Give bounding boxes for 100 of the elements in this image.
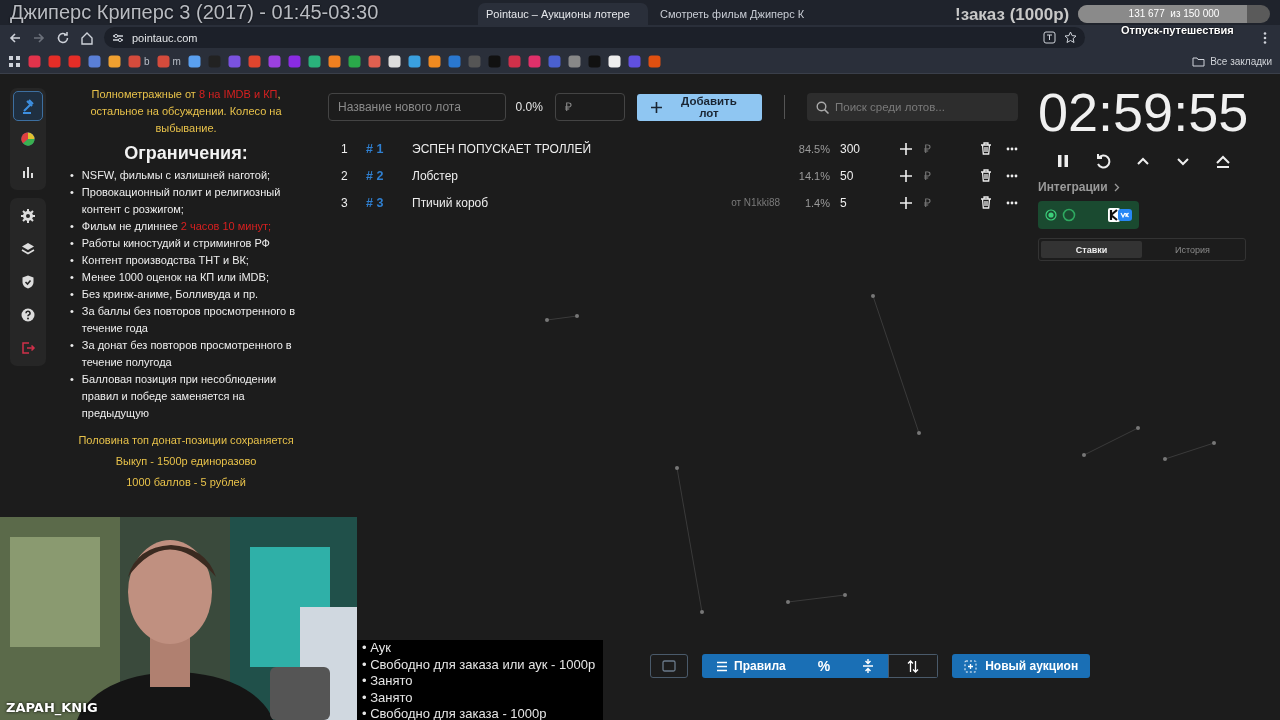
home-icon[interactable]	[80, 30, 94, 45]
lot-name: Лобстер	[412, 168, 459, 183]
trash-icon	[980, 142, 992, 155]
queue-item: • Занято	[361, 673, 414, 690]
plus-icon	[650, 101, 662, 113]
bookmark-icon[interactable]	[407, 55, 421, 68]
back-icon[interactable]	[8, 30, 22, 45]
delete-button[interactable]	[980, 169, 992, 182]
trash-icon	[980, 169, 992, 182]
bookmark-icon[interactable]	[307, 55, 321, 68]
dashed-plus-icon	[964, 659, 978, 673]
network-link	[1163, 441, 1216, 461]
browser-tab[interactable]: Смотреть фильм Джиперс К	[652, 3, 822, 25]
rules-note: Выкуп - 1500р единоразово	[114, 454, 258, 469]
bar-chart-icon	[20, 164, 36, 180]
bookmark-icon[interactable]	[327, 55, 341, 68]
rule-item: • Контент производства ТНТ и ВК;	[70, 253, 250, 268]
more-button[interactable]	[1006, 146, 1018, 151]
percent-text: 0.0%	[515, 100, 543, 114]
rules-note: Половина топ донат-позиции сохраняется	[77, 433, 295, 448]
radio-dot-icon	[1045, 209, 1057, 221]
bookmark-icon[interactable]	[427, 55, 441, 68]
lot-amount: 300	[840, 141, 862, 156]
lot-position: 2	[340, 168, 349, 183]
star-icon[interactable]	[1064, 31, 1077, 44]
new-auction-button[interactable]: Новый аукцион	[952, 654, 1091, 678]
apps-grid-icon[interactable]	[8, 55, 21, 68]
browser-tab[interactable]: Pointauc – Аукционы лотере	[478, 3, 648, 25]
bookmark-icon[interactable]	[108, 55, 121, 68]
reload-icon[interactable]	[56, 30, 70, 45]
integrations-link[interactable]: Интеграции	[1038, 180, 1244, 194]
url-text: pointauc.com	[132, 31, 198, 44]
currency-sign: ₽	[924, 168, 932, 184]
amount-field[interactable]: ₽	[554, 93, 625, 121]
more-icon	[1006, 173, 1018, 178]
image-button[interactable]	[650, 654, 688, 678]
bookmark-icon[interactable]	[387, 55, 401, 68]
rule-item: • Провокационный полит и религиозный контент с розжигом;	[70, 185, 282, 217]
network-link	[545, 314, 579, 322]
add-amount-button[interactable]	[900, 142, 912, 155]
trash-icon	[980, 196, 992, 209]
percent-button[interactable]: %	[799, 654, 849, 678]
restart-button[interactable]	[1094, 152, 1112, 170]
all-bookmarks-button[interactable]: Все закладки	[1192, 56, 1272, 67]
rule-item: • Менее 1000 оценок на КП или iMDB;	[70, 270, 270, 285]
queue-item: • Аук	[361, 640, 392, 657]
panel-tab[interactable]: Ставки	[1041, 241, 1142, 258]
currency-sign: ₽	[924, 195, 932, 211]
logout-icon	[20, 340, 36, 356]
currency-sign: ₽	[924, 141, 932, 157]
lot-percent: 14.1%	[797, 169, 830, 182]
service-logo-icon	[1108, 208, 1132, 222]
goal-reading: 131 677 из 150 000	[1127, 7, 1221, 21]
add-amount-button[interactable]	[900, 196, 912, 209]
settings-icon	[20, 208, 36, 224]
lot-position: 3	[340, 195, 349, 210]
address-bar[interactable]: pointauc.com	[104, 27, 1085, 48]
countdown-timer: 02:59:55	[1038, 82, 1244, 142]
folder-icon	[1192, 56, 1206, 67]
pie-chart-icon	[20, 131, 36, 147]
delete-button[interactable]	[980, 196, 992, 209]
chevron-right-icon	[1113, 182, 1120, 192]
panel-tab[interactable]: История	[1142, 241, 1243, 258]
network-link	[1082, 426, 1140, 457]
more-icon	[1006, 146, 1018, 151]
bookmark-icon[interactable]	[187, 55, 201, 68]
sort-button[interactable]	[888, 654, 939, 678]
site-settings-icon[interactable]	[112, 31, 124, 44]
bookmark-label[interactable]: b	[144, 56, 150, 67]
gavel-icon	[20, 98, 36, 114]
lot-name: Птичий короб	[412, 195, 490, 210]
lot-id: # 2	[366, 168, 385, 183]
goal-name: Отпуск-путешествия	[1121, 24, 1234, 36]
lot-percent: 84.5%	[797, 142, 830, 155]
rules-button[interactable]: Правила	[702, 654, 800, 678]
rule-item: • NSFW, фильмы с излишней наготой;	[70, 168, 272, 183]
rule-item: • Фильм не длиннее 2 часов 10 минут;	[70, 219, 273, 234]
ring-icon	[1062, 208, 1076, 222]
bookmark-label[interactable]: m	[172, 56, 181, 67]
lot-name: ЭСПЕН ПОПУСКАЕТ ТРОЛЛЕЙ	[412, 141, 593, 156]
shield-check-icon	[20, 274, 36, 290]
rule-item: • Работы киностудий и стримингов РФ	[70, 236, 271, 251]
list-icon	[716, 660, 728, 672]
forward-icon[interactable]	[32, 30, 46, 45]
lot-percent: 1.4%	[803, 196, 830, 209]
queue-item: • Занято	[361, 689, 414, 706]
more-button[interactable]	[1006, 200, 1018, 205]
bookmark-icon[interactable]	[607, 55, 621, 68]
rule-item: • За донат без повторов просмотренного в течение полугода	[70, 338, 293, 370]
delete-button[interactable]	[980, 142, 992, 155]
translate-icon[interactable]	[1043, 31, 1056, 44]
lot-amount: 5	[840, 195, 848, 210]
rules-intro: Полнометражные от 8 на IMDB и КП, остальное на обсуждении. Колесо на выбывание.	[89, 87, 283, 136]
add-amount-button[interactable]	[900, 169, 912, 182]
integration-card[interactable]	[1038, 201, 1139, 229]
more-button[interactable]	[1006, 173, 1018, 178]
lot-name-field[interactable]: Название нового лота	[328, 93, 506, 121]
add-lot-button[interactable]: Добавить лот	[636, 93, 762, 121]
help-icon	[20, 307, 36, 323]
search-field[interactable]: Поиск среди лотов...	[807, 93, 1018, 121]
